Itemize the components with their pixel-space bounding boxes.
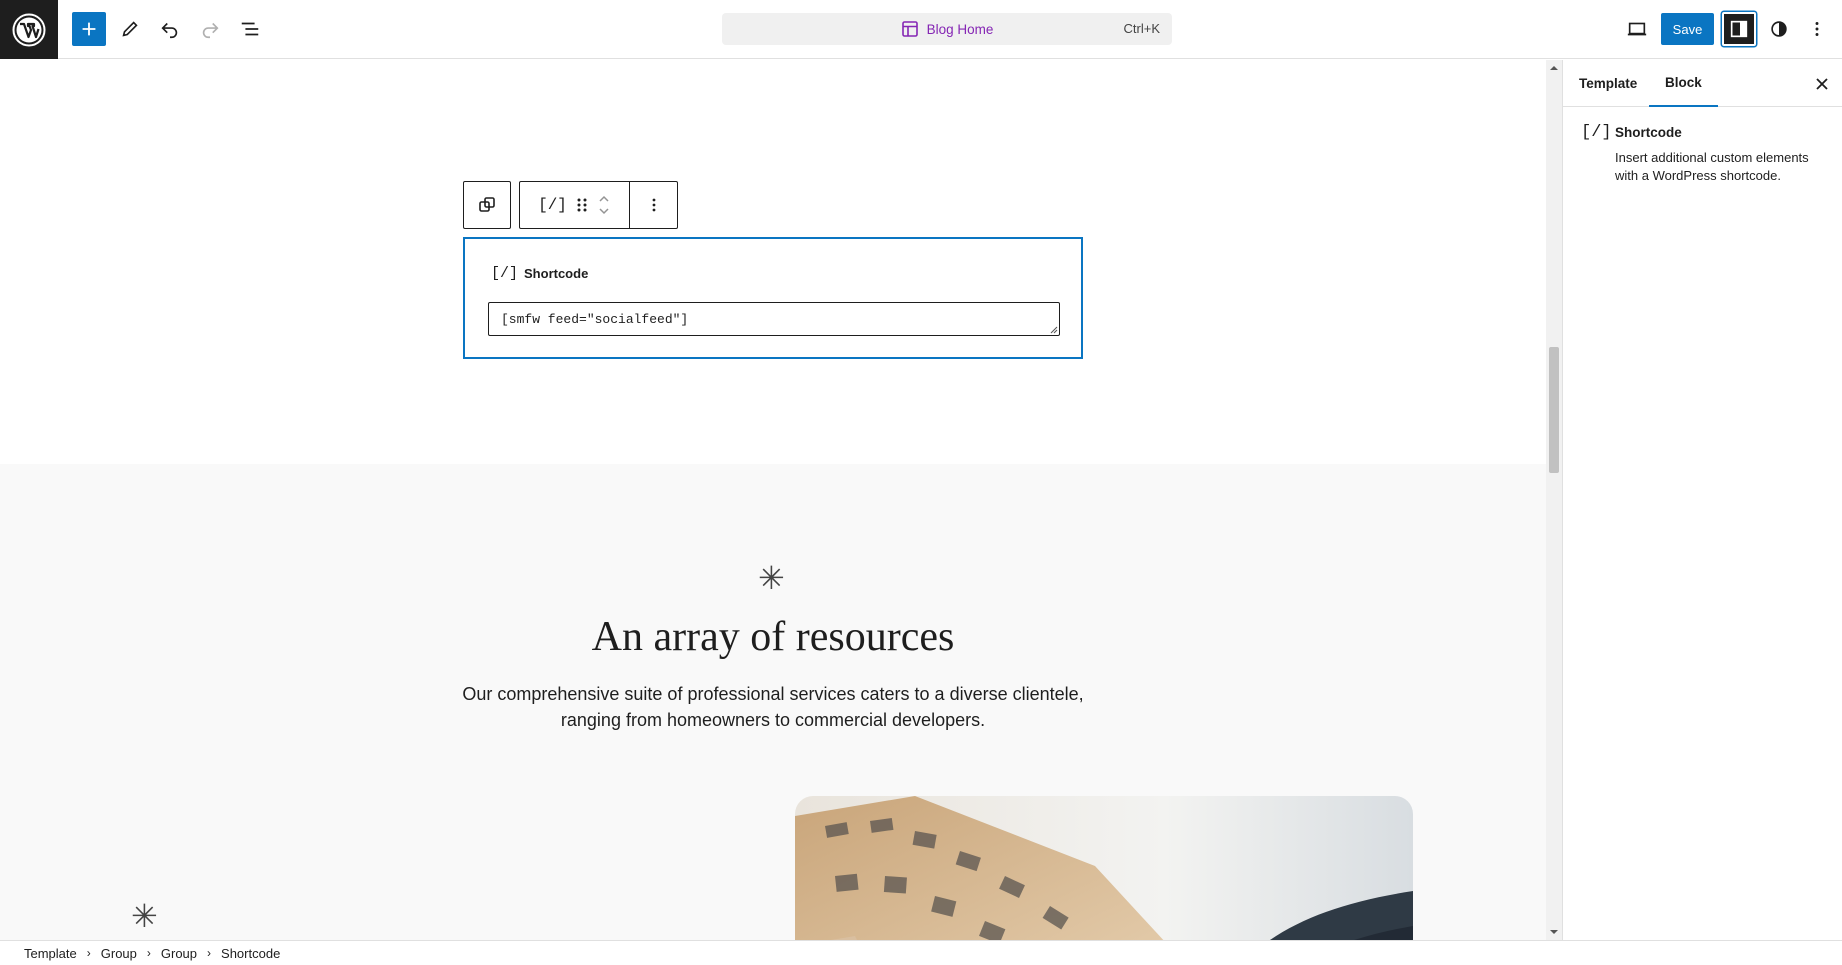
- shortcode-block-icon[interactable]: [/]: [538, 196, 567, 214]
- scroll-down-icon[interactable]: [1546, 926, 1562, 938]
- chevron-up-icon[interactable]: [597, 194, 611, 204]
- breadcrumb-group-inner[interactable]: Group: [161, 946, 197, 961]
- section-heading[interactable]: An array of resources: [0, 613, 1546, 661]
- block-options-button[interactable]: [630, 182, 677, 228]
- building-photo[interactable]: [795, 796, 1413, 940]
- tools-button[interactable]: [113, 12, 147, 46]
- command-shortcut: Ctrl+K: [1123, 21, 1160, 36]
- canvas-scrollbar[interactable]: [1546, 60, 1562, 940]
- scroll-thumb[interactable]: [1549, 347, 1559, 473]
- block-toolbar: [/]: [519, 181, 678, 229]
- shortcode-label: [/] Shortcode: [491, 265, 588, 282]
- document-title-text: Blog Home: [926, 21, 994, 37]
- redo-button[interactable]: [193, 12, 227, 46]
- block-card-description: Insert additional custom elements with a…: [1615, 150, 1809, 183]
- site-editor: Blog Home Ctrl+K Save [/] [/] Shortcode …: [0, 0, 1842, 965]
- tab-block[interactable]: Block: [1649, 60, 1718, 107]
- description-line-1: Our comprehensive suite of professional …: [462, 684, 1084, 704]
- plus-icon: [82, 22, 96, 36]
- wordpress-icon: [12, 13, 46, 46]
- chevron-right-icon: ›: [146, 946, 151, 960]
- settings-sidebar-toggle[interactable]: [1722, 12, 1756, 46]
- options-button[interactable]: [1800, 12, 1834, 46]
- sidebar-tabs: Template Block: [1563, 60, 1842, 107]
- add-block-button[interactable]: [72, 12, 106, 46]
- breadcrumb-shortcode: Shortcode: [221, 945, 281, 961]
- desktop-icon: [1627, 22, 1647, 36]
- breadcrumb-group[interactable]: Group: [101, 946, 137, 961]
- block-breadcrumb: Template › Group › Group › Shortcode: [0, 940, 1842, 965]
- scroll-up-icon[interactable]: [1546, 62, 1562, 74]
- styles-button[interactable]: [1762, 12, 1796, 46]
- close-icon: [1816, 78, 1828, 90]
- editor-header: Blog Home Ctrl+K Save: [0, 0, 1842, 59]
- resize-grip-icon[interactable]: [1050, 326, 1058, 334]
- group-icon: [479, 197, 495, 212]
- select-parent-button[interactable]: [464, 182, 510, 228]
- preview-button[interactable]: [1620, 12, 1654, 46]
- tab-template[interactable]: Template: [1579, 60, 1637, 107]
- shortcode-label-text: Shortcode: [524, 266, 589, 281]
- pencil-icon: [122, 21, 138, 37]
- description-line-2: ranging from homeowners to commercial de…: [560, 710, 986, 730]
- close-settings-button[interactable]: [1810, 72, 1834, 96]
- sidebar-icon: [1730, 20, 1748, 38]
- contrast-icon: [1771, 21, 1787, 37]
- wordpress-logo-button[interactable]: [0, 0, 58, 59]
- template-icon: [901, 21, 918, 37]
- document-title: Blog Home: [901, 20, 994, 38]
- settings-sidebar: Template Block [/] Shortcode Insert addi…: [1562, 60, 1842, 940]
- block-card-title: Shortcode: [1615, 125, 1682, 140]
- block-switcher-group: [/]: [520, 182, 630, 228]
- building-image: [795, 796, 1413, 940]
- redo-icon: [202, 22, 219, 39]
- list-view-icon: [241, 22, 259, 36]
- asterisk-decoration-2: ✳: [131, 898, 158, 934]
- chevron-down-icon[interactable]: [597, 206, 611, 216]
- chevron-right-icon: ›: [207, 946, 212, 960]
- drag-handle-icon[interactable]: [575, 196, 589, 214]
- command-palette-bar[interactable]: Blog Home Ctrl+K: [722, 13, 1172, 45]
- chevron-right-icon: ›: [86, 946, 91, 960]
- editor-canvas[interactable]: [/] [/] Shortcode [smfw feed="socialfeed…: [0, 60, 1546, 940]
- undo-button[interactable]: [153, 12, 187, 46]
- move-controls: [597, 194, 611, 216]
- asterisk-decoration: ✳: [758, 560, 785, 596]
- shortcode-input-value: [smfw feed="socialfeed"]: [501, 311, 689, 327]
- shortcode-icon: [/]: [1581, 123, 1612, 142]
- undo-icon: [161, 22, 178, 39]
- save-button[interactable]: Save: [1661, 13, 1714, 45]
- shortcode-icon: [/]: [491, 265, 519, 282]
- shortcode-input[interactable]: [smfw feed="socialfeed"]: [488, 302, 1060, 336]
- more-vertical-icon: [652, 198, 655, 212]
- more-vertical-icon: [1815, 22, 1819, 36]
- parent-block-toolbar: [463, 181, 511, 229]
- shortcode-block[interactable]: [/] Shortcode [smfw feed="socialfeed"]: [463, 237, 1083, 359]
- breadcrumb-template[interactable]: Template: [24, 946, 77, 961]
- section-description[interactable]: Our comprehensive suite of professional …: [0, 681, 1546, 733]
- document-overview-button[interactable]: [233, 12, 267, 46]
